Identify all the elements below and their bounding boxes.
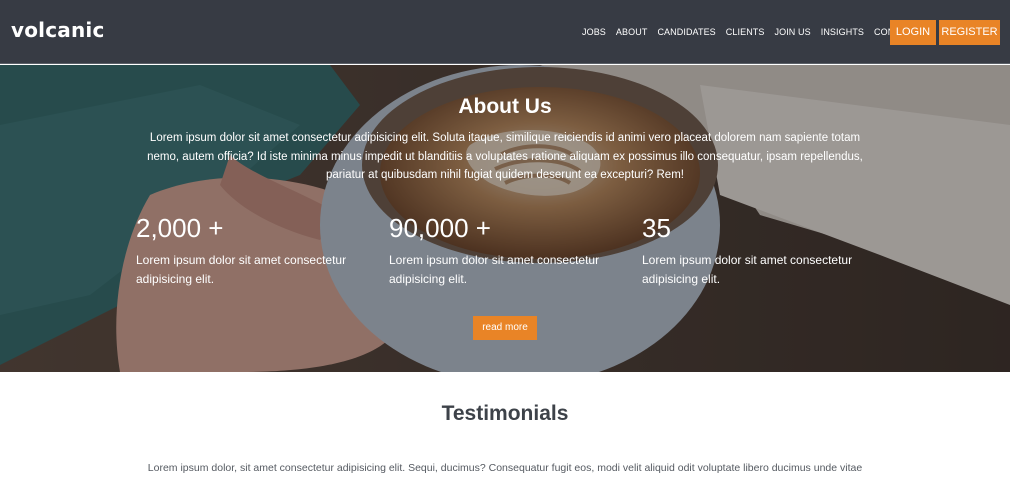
site-header: volcanic JOBS ABOUT CANDIDATES CLIENTS J… <box>0 0 1010 64</box>
register-button[interactable]: REGISTER <box>939 20 1000 45</box>
main-nav: JOBS ABOUT CANDIDATES CLIENTS JOIN US IN… <box>582 27 943 37</box>
stat-description: Lorem ipsum dolor sit amet consectetur a… <box>389 253 600 286</box>
stat-block: 35 Lorem ipsum dolor sit amet consectetu… <box>642 213 882 289</box>
nav-clients[interactable]: CLIENTS <box>726 27 765 37</box>
nav-candidates[interactable]: CANDIDATES <box>657 27 715 37</box>
stat-value: 2,000 + <box>136 213 224 243</box>
about-hero: About Us Lorem ipsum dolor sit amet cons… <box>0 65 1010 372</box>
stat-block: 90,000 + Lorem ipsum dolor sit amet cons… <box>389 213 629 289</box>
stat-value: 90,000 + <box>389 213 491 243</box>
stat-value: 35 <box>642 213 671 243</box>
nav-jobs[interactable]: JOBS <box>582 27 606 37</box>
testimonials-title: Testimonials <box>441 402 569 425</box>
nav-about[interactable]: ABOUT <box>616 27 648 37</box>
testimonials-text: Lorem ipsum dolor, sit amet consectetur … <box>147 462 863 474</box>
read-more-button[interactable]: read more <box>473 316 537 340</box>
stat-block: 2,000 + Lorem ipsum dolor sit amet conse… <box>136 213 376 289</box>
stat-description: Lorem ipsum dolor sit amet consectetur a… <box>136 253 347 286</box>
stat-description: Lorem ipsum dolor sit amet consectetur a… <box>642 253 853 286</box>
login-button[interactable]: LOGIN <box>890 20 936 45</box>
nav-join-us[interactable]: JOIN US <box>775 27 811 37</box>
nav-insights[interactable]: INSIGHTS <box>821 27 864 37</box>
about-description: Lorem ipsum dolor sit amet consectetur a… <box>147 132 863 181</box>
about-title: About Us <box>458 95 552 118</box>
volcanic-logo[interactable]: volcanic <box>11 18 105 42</box>
